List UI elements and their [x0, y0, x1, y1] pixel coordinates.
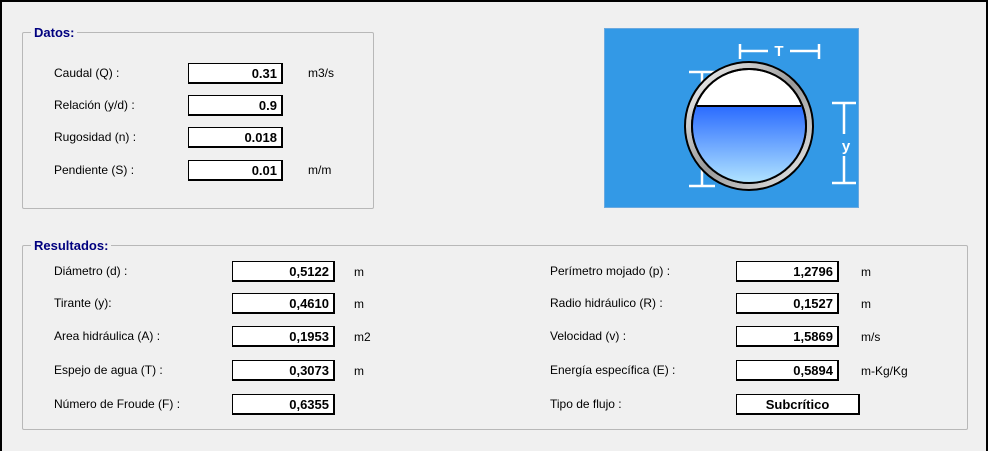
datos-title: Datos:	[34, 25, 75, 40]
froude-value[interactable]: 0,6355	[232, 394, 335, 415]
tirante-unit: m	[354, 297, 364, 311]
datos-group: Datos:	[22, 25, 374, 209]
area-value[interactable]: 0,1953	[232, 326, 335, 347]
perimetro-label: Perímetro mojado (p) :	[550, 264, 671, 278]
diametro-value[interactable]: 0,5122	[232, 261, 335, 282]
pendiente-input[interactable]: 0.01	[188, 160, 283, 181]
radio-label: Radio hidráulico (R) :	[550, 296, 663, 310]
unused-spacer	[860, 70, 861, 71]
radio-value[interactable]: 0,1527	[736, 293, 839, 314]
caudal-unit: m3/s	[308, 66, 335, 80]
spacer	[862, 28, 863, 29]
relacion-label: Relación (y/d) :	[54, 98, 135, 112]
area-unit: m2	[354, 330, 371, 344]
perimetro-unit: m	[861, 265, 871, 279]
velocidad-label: Velocidad (v) :	[550, 329, 627, 343]
pendiente-unit: m/m	[308, 163, 332, 177]
rugosidad-label: Rugosidad (n) :	[54, 130, 137, 144]
froude-label: Número de Froude (F) :	[54, 397, 181, 411]
espejo-label: Espejo de agua (T) :	[54, 363, 163, 377]
caudal-input[interactable]: 0.31	[188, 63, 283, 84]
label-T: T	[774, 43, 783, 60]
radio-unit: m	[861, 297, 871, 311]
tirante-value[interactable]: 0,4610	[232, 293, 335, 314]
tipo-flujo-value[interactable]: Subcrítico	[736, 394, 860, 415]
caudal-label: Caudal (Q) :	[54, 66, 120, 80]
pendiente-label: Pendiente (S) :	[54, 163, 135, 177]
espejo-value[interactable]: 0,3073	[232, 360, 335, 381]
energia-value[interactable]: 0,5894	[736, 360, 839, 381]
diametro-unit: m	[354, 265, 364, 279]
perimetro-value[interactable]: 1,2796	[736, 261, 839, 282]
pipe-cross-section-image: T d	[684, 43, 888, 191]
diametro-label: Diámetro (d) :	[54, 264, 128, 278]
espejo-unit: m	[354, 364, 364, 378]
main-window: Datos: Caudal (Q) : 0.31 m3/s Relación (…	[0, 0, 988, 451]
area-label: Area hidráulica (A) :	[54, 329, 161, 343]
velocidad-value[interactable]: 1,5869	[736, 326, 839, 347]
energia-unit: m-Kg/Kg	[861, 364, 908, 378]
energia-label: Energía específica (E) :	[550, 363, 676, 377]
tirante-label: Tirante (y):	[54, 296, 112, 310]
pipe-diagram: T d	[604, 28, 888, 208]
y-dimension	[863, 29, 923, 207]
velocidad-unit: m/s	[861, 330, 881, 344]
rugosidad-input[interactable]: 0.018	[188, 127, 283, 148]
relacion-input[interactable]: 0.9	[188, 95, 283, 116]
tipo-flujo-label: Tipo de flujo :	[550, 397, 622, 411]
resultados-title: Resultados:	[34, 238, 109, 253]
